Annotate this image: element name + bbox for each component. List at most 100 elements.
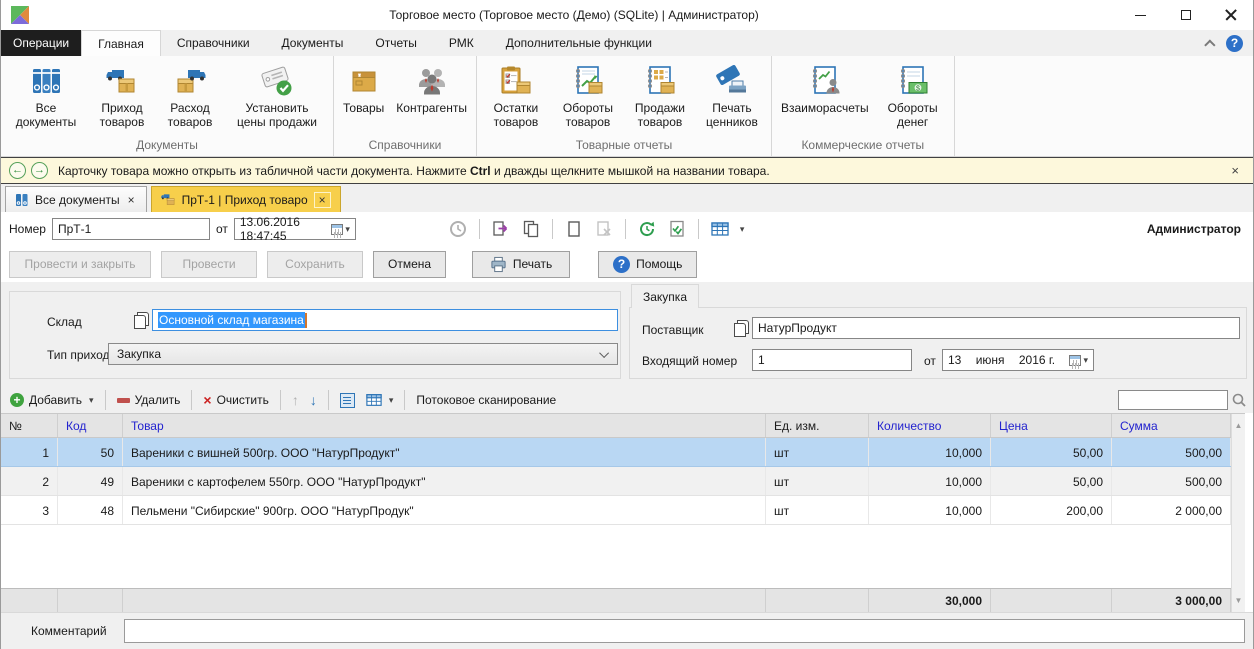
tab-glavnaya[interactable]: Главная [81,30,161,56]
help-icon[interactable]: ? [1226,34,1243,52]
select-supplier-icon[interactable] [734,320,749,337]
goods-button[interactable]: Товары [337,61,390,118]
incoming-date-input[interactable]: 13 июня 2016 г. ▾ [942,349,1094,371]
scroll-down-icon[interactable]: ▼ [1235,589,1243,612]
action-button-row: Провести и закрыть Провести Сохранить От… [1,246,1253,282]
delete-document-button[interactable] [592,217,616,241]
income-type-select[interactable]: Закупка [108,343,618,365]
counterparties-button[interactable]: Контрагенты [390,61,473,118]
title-bar: Торговое место (Торговое место (Демо) (S… [1,0,1253,30]
stream-scan-button[interactable]: Потоковое сканирование [413,393,559,407]
tab-dokumenty[interactable]: Документы [266,30,360,56]
search-icon[interactable] [1231,392,1247,408]
column-header-unit[interactable]: Ед. изм. [766,414,869,437]
date-year[interactable]: 2016 г. [1019,353,1055,367]
previous-tip-button[interactable]: ← [9,162,26,179]
row-editor-button[interactable] [337,392,358,408]
minimize-button[interactable] [1118,0,1163,30]
column-header-code[interactable]: Код [58,414,123,437]
calendar-dropdown-button[interactable]: ▾ [1069,354,1088,366]
items-table-main: № Код Товар Ед. изм. Количество Цена Сум… [1,414,1231,612]
all-documents-button[interactable]: Все документы [4,61,88,132]
money-turnover-button[interactable]: $ Обороты денег [875,61,951,132]
select-warehouse-icon[interactable] [134,312,149,329]
set-sale-prices-button[interactable]: Установить цены продажи [224,61,330,132]
goods-issue-button[interactable]: Расход товаров [156,61,224,132]
doc-tab-close-button[interactable]: × [313,191,331,208]
warehouse-input[interactable]: Основной склад магазина [152,309,618,331]
maximize-button[interactable] [1163,0,1208,30]
total-quantity: 30,000 [869,589,991,612]
delete-row-button[interactable]: Удалить [114,393,184,407]
comment-row: Комментарий [1,612,1253,649]
post-and-close-button[interactable]: Провести и закрыть [9,250,151,278]
collapse-ribbon-button[interactable] [1204,39,1216,51]
toolbar-divider [327,390,329,410]
goods-sales-button[interactable]: Продажи товаров [624,61,696,132]
settlements-button[interactable]: Взаиморасчеты [775,61,875,118]
copy-document-button[interactable] [519,217,543,241]
scroll-up-icon[interactable]: ▲ [1235,414,1243,437]
set-time-button[interactable] [446,217,470,241]
document-datetime-input[interactable]: 13.06.2016 18:47:45 ▾ [233,215,356,243]
chevron-down-icon: ▾ [388,394,394,405]
stock-report-button[interactable]: Остатки товаров [480,61,552,132]
tab-otchety[interactable]: Отчеты [359,30,432,56]
document-number-input[interactable]: ПрТ-1 [51,218,210,240]
print-button[interactable]: Печать [472,250,571,278]
add-row-button[interactable]: + Добавить ▾ [7,393,97,407]
history-button[interactable] [635,217,659,241]
doc-tab-goods-receipt[interactable]: ПрТ-1 | Приход товаро × [150,186,341,212]
delete-document-icon [597,221,611,236]
print-price-tags-button[interactable]: Печать ценников [696,61,768,132]
purchase-tab[interactable]: Закупка [631,284,699,308]
ribbon-group-documents: Все документы Приход товаров Расход това… [1,56,334,156]
save-button[interactable]: Сохранить [267,250,363,278]
export-document-button[interactable] [489,217,513,241]
date-month[interactable]: июня [976,353,1005,367]
clear-table-button[interactable]: × Очистить [200,392,271,408]
supplier-input[interactable]: НатурПродукт [752,317,1240,339]
column-header-price[interactable]: Цена [991,414,1112,437]
column-header-qty[interactable]: Количество [869,414,991,437]
vertical-scrollbar[interactable]: ▲ ▼ [1231,414,1245,612]
tab-rmk[interactable]: РМК [433,30,490,56]
goods-receipt-button[interactable]: Приход товаров [88,61,156,132]
table-row[interactable]: 3 48 Пельмени "Сибирские" 900гр. ООО "На… [1,496,1231,525]
post-button[interactable]: Провести [161,250,257,278]
next-tip-button[interactable]: → [31,162,48,179]
table-settings-button[interactable]: ▾ [363,392,397,408]
chevron-down-icon[interactable]: ▾ [740,224,745,235]
doc-tab-all-documents[interactable]: Все документы × [5,186,147,212]
goods-receipt-icon [106,64,138,98]
toolbar-divider [478,219,480,239]
notification-close-button[interactable]: × [1225,163,1245,178]
cancel-button[interactable]: Отмена [373,250,447,278]
check-document-button[interactable] [665,217,689,241]
column-header-num[interactable]: № [1,414,58,437]
help-button[interactable]: ? Помощь [598,250,698,278]
doc-tab-close-button[interactable]: × [126,193,137,207]
table-row[interactable]: 2 49 Вареники с картофелем 550гр. ООО "Н… [1,467,1231,496]
incoming-number-input[interactable]: 1 [752,349,912,371]
ribbon-button-label: Товары [343,101,385,115]
close-button[interactable] [1208,0,1253,30]
table-view-button[interactable] [708,217,732,241]
tab-spravochniki[interactable]: Справочники [161,30,266,56]
column-header-goods[interactable]: Товар [123,414,766,437]
comment-input[interactable] [124,619,1245,643]
goods-turnover-button[interactable]: Обороты товаров [552,61,624,132]
chevron-down-icon: ▾ [1083,354,1088,365]
column-header-sum[interactable]: Сумма [1112,414,1231,437]
goods-turnover-icon [572,64,604,98]
move-row-down-button[interactable]: ↓ [307,392,320,408]
table-row[interactable]: 1 50 Вареники с вишней 500гр. ООО "Натур… [1,438,1231,467]
calendar-dropdown-button[interactable]: ▾ [331,223,350,235]
new-document-button[interactable] [562,217,586,241]
tab-dop-funkcii[interactable]: Дополнительные функции [490,30,668,56]
search-input[interactable] [1118,390,1228,410]
date-day[interactable]: 13 [948,353,961,367]
operations-menu-button[interactable]: Операции [1,30,82,56]
supplier-label: Поставщик [642,323,704,337]
move-row-up-button[interactable]: ↑ [289,392,302,408]
